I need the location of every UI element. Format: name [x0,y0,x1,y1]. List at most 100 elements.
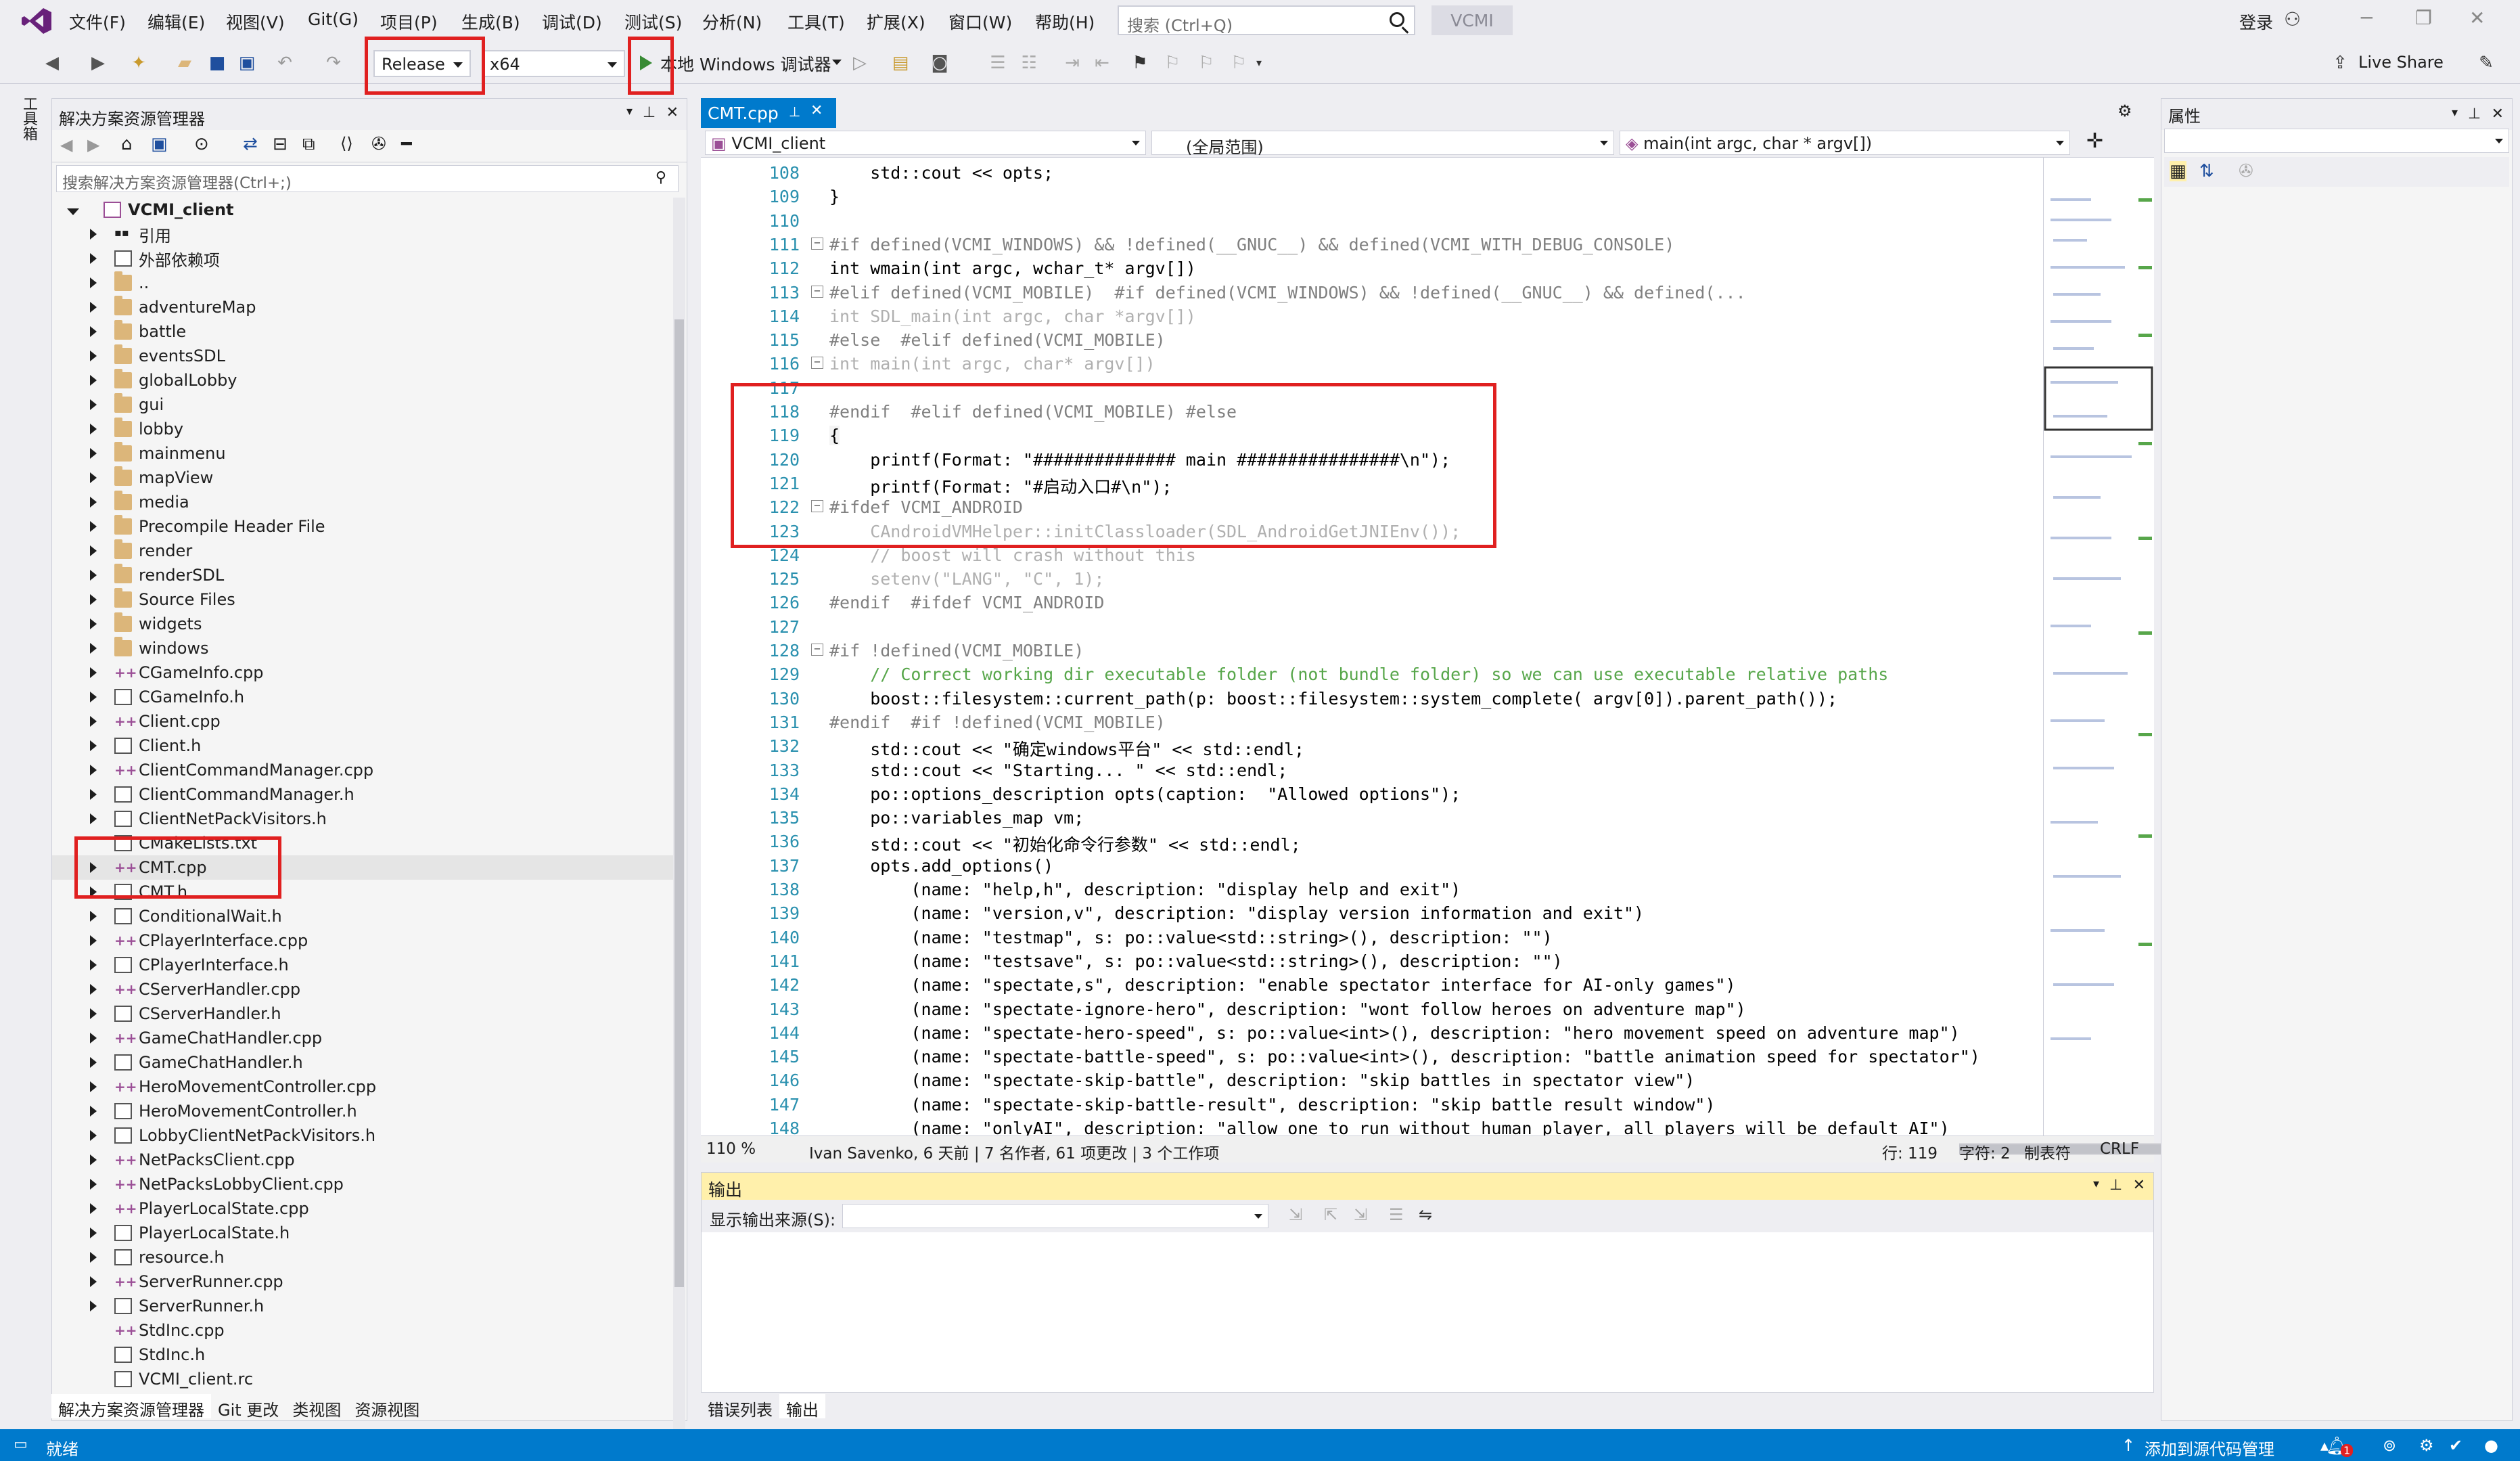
tree-expand-icon[interactable] [90,1053,110,1072]
tree-expand-icon[interactable] [90,395,110,414]
copilot-icon[interactable]: ⊚ [2383,1436,2396,1455]
output-close-icon[interactable]: ✕ [2133,1177,2145,1194]
solution-scrollbar[interactable] [673,198,685,1461]
code-line[interactable]: (name: "testsave", s: po::value<std::str… [829,951,1562,971]
tree-expand-icon[interactable] [90,1272,110,1291]
tree-item[interactable]: ▪▪ 引用 [52,222,674,246]
uncomment-icon[interactable]: ☷ [1019,53,1039,73]
tree-item[interactable]: CServerHandler.h [52,1002,674,1026]
code-line[interactable]: #endif #ifdef VCMI_ANDROID [829,593,1104,612]
toolbar-overflow-icon[interactable]: ▾ [1249,53,1269,73]
add-source-control-button[interactable]: 添加到源代码管理 [2145,1436,2274,1460]
prev-bookmark-icon[interactable]: ⚐ [1162,53,1183,73]
categorized-icon[interactable]: ▦ [2170,161,2186,181]
menu-build[interactable]: 生成(B) [461,9,520,34]
tree-expand-icon[interactable] [90,1029,110,1048]
sol-back-icon[interactable]: ◀ [60,135,72,154]
minimize-icon[interactable]: ─ [2361,7,2373,29]
code-line[interactable]: int wmain(int argc, wchar_t* argv[]) [829,259,1196,278]
code-line[interactable]: // Correct working dir executable folder… [829,665,1888,684]
tree-expand-icon[interactable] [90,493,110,512]
tree-item[interactable]: GameChatHandler.h [52,1050,674,1075]
redo-icon[interactable]: ↷ [323,53,344,73]
tree-item[interactable]: Source Files [52,587,674,612]
tree-item[interactable]: PlayerLocalState.h [52,1221,674,1245]
properties-close-icon[interactable]: ✕ [2492,106,2504,122]
tab-close-icon[interactable]: ✕ [810,102,823,119]
code-line[interactable]: int main(int argc, char* argv[]) [829,354,1155,374]
tree-item[interactable]: ++ ClientCommandManager.cpp [52,758,674,782]
tree-expand-icon[interactable] [90,1223,110,1242]
eol-indicator[interactable]: CRLF [2100,1140,2139,1158]
undo-icon[interactable]: ↶ [275,53,295,73]
tree-item[interactable]: ++ NetPacksClient.cpp [52,1148,674,1172]
next-message-icon[interactable]: ⇲ [1354,1205,1367,1224]
tree-expand-icon[interactable] [90,956,110,974]
code-line[interactable]: std::cout << opts; [829,163,1053,183]
code-line[interactable]: #endif #if !defined(VCMI_MOBILE) [829,713,1166,732]
find-in-files-icon[interactable]: ▤ [890,53,911,73]
function-nav-dropdown[interactable]: ◈ main(int argc, char * argv[]) [1620,131,2070,155]
tree-item[interactable]: widgets [52,612,674,636]
menu-edit[interactable]: 编辑(E) [147,9,205,34]
tree-expand-icon[interactable] [90,298,110,317]
tree-item[interactable]: VCMI_client.rc [52,1367,674,1391]
tree-item[interactable]: resource.h [52,1245,674,1269]
properties-menu-icon[interactable]: ▾ [2452,106,2458,120]
tab-resource-view[interactable]: 资源视图 [348,1394,426,1420]
output-menu-icon[interactable]: ▾ [2093,1177,2099,1191]
properties-pin-icon[interactable]: ⊥ [2468,106,2481,122]
sol-forward-icon[interactable]: ▶ [87,135,99,154]
tree-item[interactable]: ++ ServerRunner.cpp [52,1269,674,1294]
search-box[interactable]: 搜索 (Ctrl+Q) [1118,5,1415,35]
tab-error-list[interactable]: 错误列表 [701,1394,779,1420]
scope-nav-dropdown[interactable]: (全局范围) [1151,131,1614,157]
pending-changes-filter-icon[interactable]: ⊙ [194,134,209,154]
code-line[interactable]: #elif defined(VCMI_MOBILE) #if defined(V… [829,283,1746,302]
tree-item[interactable]: 外部依赖项 [52,246,674,271]
code-line[interactable]: (name: "spectate-hero-speed", s: po::val… [829,1023,1959,1043]
start-debugger-button[interactable]: 本地 Windows 调试器 [660,51,831,76]
tree-expand-icon[interactable] [90,273,110,292]
tree-item[interactable]: LobbyClientNetPackVisitors.h [52,1123,674,1148]
tree-expand-icon[interactable] [90,1150,110,1169]
tree-expand-icon[interactable] [90,688,110,706]
alphabetical-icon[interactable]: ⇅ [2199,161,2214,181]
code-line[interactable]: po::variables_map vm; [829,808,1084,828]
clear-all-icon[interactable]: ☰ [1389,1205,1404,1224]
tree-item[interactable]: ++ HeroMovementController.cpp [52,1075,674,1099]
code-line[interactable]: (name: "version,v", description: "displa… [829,903,1644,923]
code-line[interactable]: setenv("LANG", "C", 1); [829,569,1104,589]
visual-studio-logo-icon[interactable] [20,7,53,35]
tree-expand-icon[interactable] [90,1102,110,1121]
tree-item[interactable]: mapView [52,466,674,490]
tree-expand-icon[interactable] [90,346,110,365]
tab-solution-explorer[interactable]: 解决方案资源管理器 [51,1394,211,1420]
tree-item[interactable]: CPlayerInterface.h [52,953,674,977]
tree-expand-icon[interactable] [90,517,110,536]
tree-expand-icon[interactable] [90,468,110,487]
tree-item[interactable]: ServerRunner.h [52,1294,674,1318]
tree-item[interactable]: lobby [52,417,674,441]
tree-item[interactable]: ++ PlayerLocalState.cpp [52,1196,674,1221]
tree-item[interactable]: ++ GameChatHandler.cpp [52,1026,674,1050]
code-line[interactable]: // boost will crash without this [829,545,1196,565]
tree-item[interactable]: eventsSDL [52,344,674,368]
char-indicator[interactable]: 字符: 2 [1959,1140,2011,1163]
code-editor[interactable]: 108 std::cout << opts; 109} 110 111− #if def… [701,158,2043,1138]
tree-expand-icon[interactable] [90,1248,110,1267]
menu-window[interactable]: 窗口(W) [948,9,1012,34]
tree-item[interactable]: ++ StdInc.cpp [52,1318,674,1343]
tab-class-view[interactable]: 类视图 [285,1394,348,1420]
open-folder-icon[interactable]: ▰ [175,53,195,73]
tree-item[interactable]: ++ CServerHandler.cpp [52,977,674,1002]
properties-object-dropdown[interactable] [2164,129,2509,153]
menu-analyze[interactable]: 分析(N) [702,9,762,34]
tree-item[interactable]: HeroMovementController.h [52,1099,674,1123]
tree-root[interactable]: VCMI_client [52,198,674,222]
line-indicator[interactable]: 行: 119 [1882,1140,1938,1163]
tree-expand-icon[interactable] [90,785,110,804]
tree-expand-icon[interactable] [90,1297,110,1316]
indent-icon[interactable]: ⇥ [1062,53,1082,73]
solution-search-input[interactable]: 搜索解决方案资源管理器(Ctrl+;) [56,165,679,192]
